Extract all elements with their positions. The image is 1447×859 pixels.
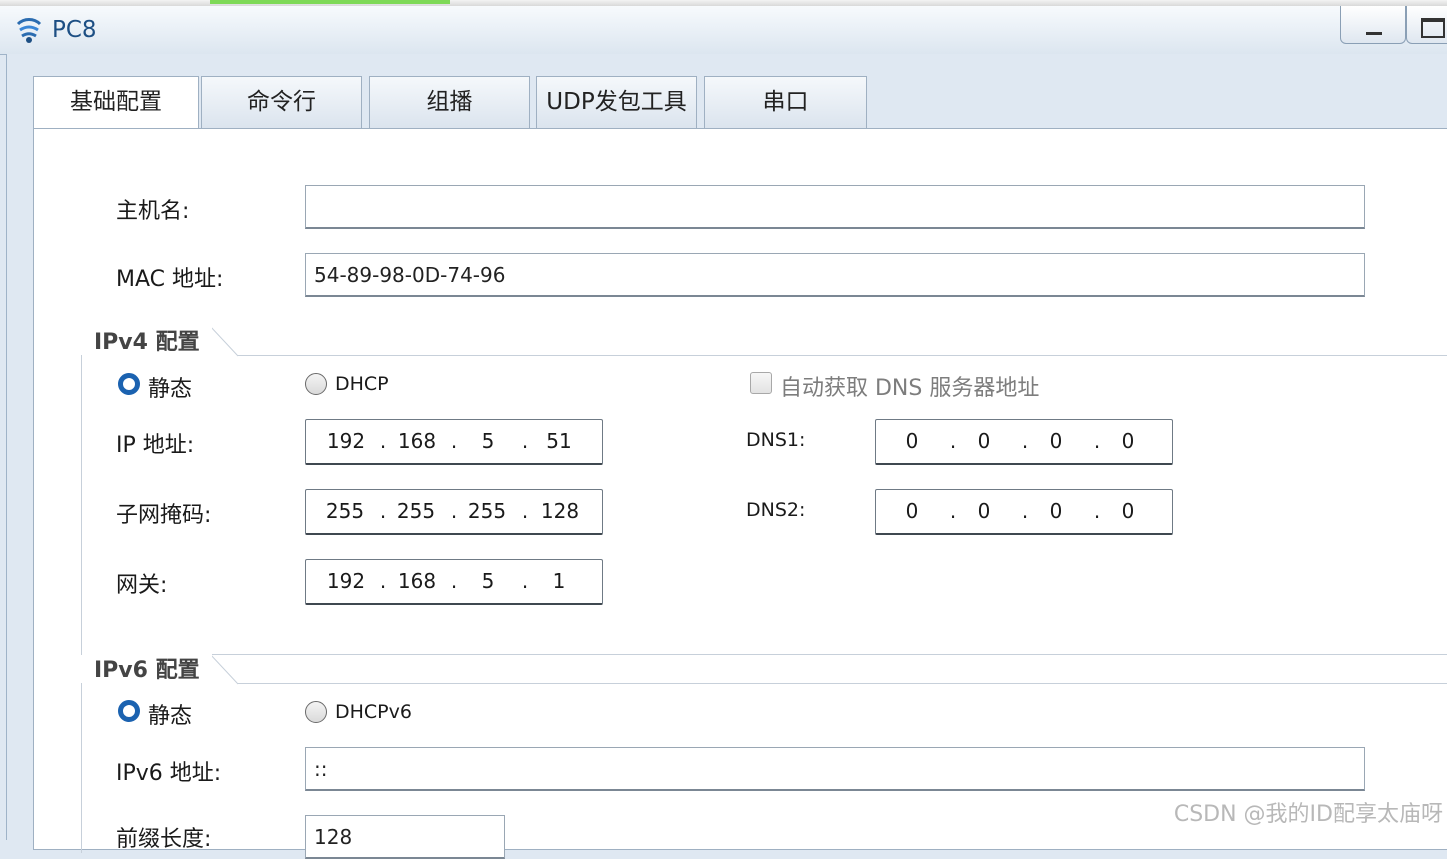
ip-separator: . xyxy=(379,569,387,593)
ip-separator: . xyxy=(450,569,458,593)
ip-separator: . xyxy=(379,499,387,523)
ipv4-static-radio[interactable] xyxy=(118,373,140,395)
dns1-label: DNS1: xyxy=(746,429,806,451)
subnet-mask-input[interactable]: 255 . 255 . 255 . 128 xyxy=(305,489,603,535)
dns1-octet-2: 0 xyxy=(977,429,991,453)
mask-octet-4: 128 xyxy=(540,499,580,523)
ip-separator: . xyxy=(450,499,458,523)
watermark: CSDN @我的ID配享太庙呀 xyxy=(1173,802,1443,827)
ip-address-input[interactable]: 192 . 168 . 5 . 51 xyxy=(305,419,603,465)
gateway-octet-4: 1 xyxy=(552,569,566,593)
dns1-input[interactable]: 0 . 0 . 0 . 0 xyxy=(875,419,1173,465)
mac-field: 54-89-98-0D-74-96 xyxy=(305,253,1365,297)
minimize-button[interactable] xyxy=(1340,6,1406,44)
gateway-input[interactable]: 192 . 168 . 5 . 1 xyxy=(305,559,603,605)
ip-octet-4: 51 xyxy=(546,429,572,453)
hostname-input[interactable] xyxy=(305,185,1365,229)
auto-dns-checkbox[interactable] xyxy=(750,372,772,394)
maximize-button[interactable] xyxy=(1406,6,1447,44)
ip-separator: . xyxy=(521,499,529,523)
dns2-input[interactable]: 0 . 0 . 0 . 0 xyxy=(875,489,1173,535)
tab-basic-config[interactable]: 基础配置 xyxy=(33,76,199,130)
mac-label: MAC 地址: xyxy=(116,267,224,292)
prefix-length-label: 前缀长度: xyxy=(116,827,212,852)
basic-config-panel: 主机名: MAC 地址: 54-89-98-0D-74-96 IPv4 配置 静… xyxy=(33,128,1447,859)
ip-separator: . xyxy=(521,569,529,593)
dns2-octet-3: 0 xyxy=(1049,499,1063,523)
ip-address-label: IP 地址: xyxy=(116,433,195,458)
ipv6-dhcp-radio[interactable] xyxy=(305,701,327,723)
window-title: PC8 xyxy=(52,17,97,43)
network-pc-icon xyxy=(14,18,46,44)
subnet-mask-label: 子网掩码: xyxy=(116,503,212,528)
ip-separator: . xyxy=(1093,499,1101,523)
ip-separator: . xyxy=(1021,499,1029,523)
title-bar: PC8 xyxy=(0,6,1447,55)
dns2-octet-1: 0 xyxy=(905,499,919,523)
ipv6-dhcp-label: DHCPv6 xyxy=(335,701,412,723)
mask-octet-1: 255 xyxy=(325,499,365,523)
mask-octet-3: 255 xyxy=(467,499,507,523)
tab-udp-tool[interactable]: UDP发包工具 xyxy=(536,76,697,128)
config-window: 基础配置 命令行 组播 UDP发包工具 串口 主机名: MAC 地址: 54-8… xyxy=(6,54,1447,859)
gateway-octet-1: 192 xyxy=(326,569,366,593)
ipv4-dhcp-label: DHCP xyxy=(335,373,389,395)
ip-separator: . xyxy=(450,429,458,453)
hostname-label: 主机名: xyxy=(116,199,190,224)
dns2-octet-2: 0 xyxy=(977,499,991,523)
prefix-length-input[interactable]: 128 xyxy=(305,815,505,859)
ip-separator: . xyxy=(949,429,957,453)
ip-separator: . xyxy=(379,429,387,453)
ip-separator: . xyxy=(949,499,957,523)
gateway-octet-3: 5 xyxy=(481,569,495,593)
tab-multicast[interactable]: 组播 xyxy=(369,76,530,128)
gateway-octet-2: 168 xyxy=(397,569,437,593)
mask-octet-2: 255 xyxy=(396,499,436,523)
ip-octet-3: 5 xyxy=(481,429,495,453)
ipv4-group-title: IPv4 配置 xyxy=(82,326,212,356)
tab-command-line[interactable]: 命令行 xyxy=(201,76,362,128)
auto-dns-label: 自动获取 DNS 服务器地址 xyxy=(780,376,1040,401)
ip-octet-2: 168 xyxy=(397,429,437,453)
ipv4-dhcp-radio[interactable] xyxy=(305,373,327,395)
ipv6-static-label: 静态 xyxy=(148,704,193,729)
ip-octet-1: 192 xyxy=(326,429,366,453)
gateway-label: 网关: xyxy=(116,573,168,598)
ipv6-group-title: IPv6 配置 xyxy=(82,654,212,684)
background-progress-strip xyxy=(210,0,450,4)
ipv6-address-input[interactable]: :: xyxy=(305,747,1365,791)
dns2-label: DNS2: xyxy=(746,499,806,521)
tab-serial[interactable]: 串口 xyxy=(704,76,867,128)
ipv6-static-radio[interactable] xyxy=(118,700,140,722)
dns1-octet-3: 0 xyxy=(1049,429,1063,453)
ip-separator: . xyxy=(1093,429,1101,453)
dns1-octet-1: 0 xyxy=(905,429,919,453)
ipv4-static-label: 静态 xyxy=(148,377,193,402)
dns2-octet-4: 0 xyxy=(1121,499,1135,523)
ip-separator: . xyxy=(1021,429,1029,453)
dns1-octet-4: 0 xyxy=(1121,429,1135,453)
ipv6-address-label: IPv6 地址: xyxy=(116,761,222,786)
ip-separator: . xyxy=(521,429,529,453)
